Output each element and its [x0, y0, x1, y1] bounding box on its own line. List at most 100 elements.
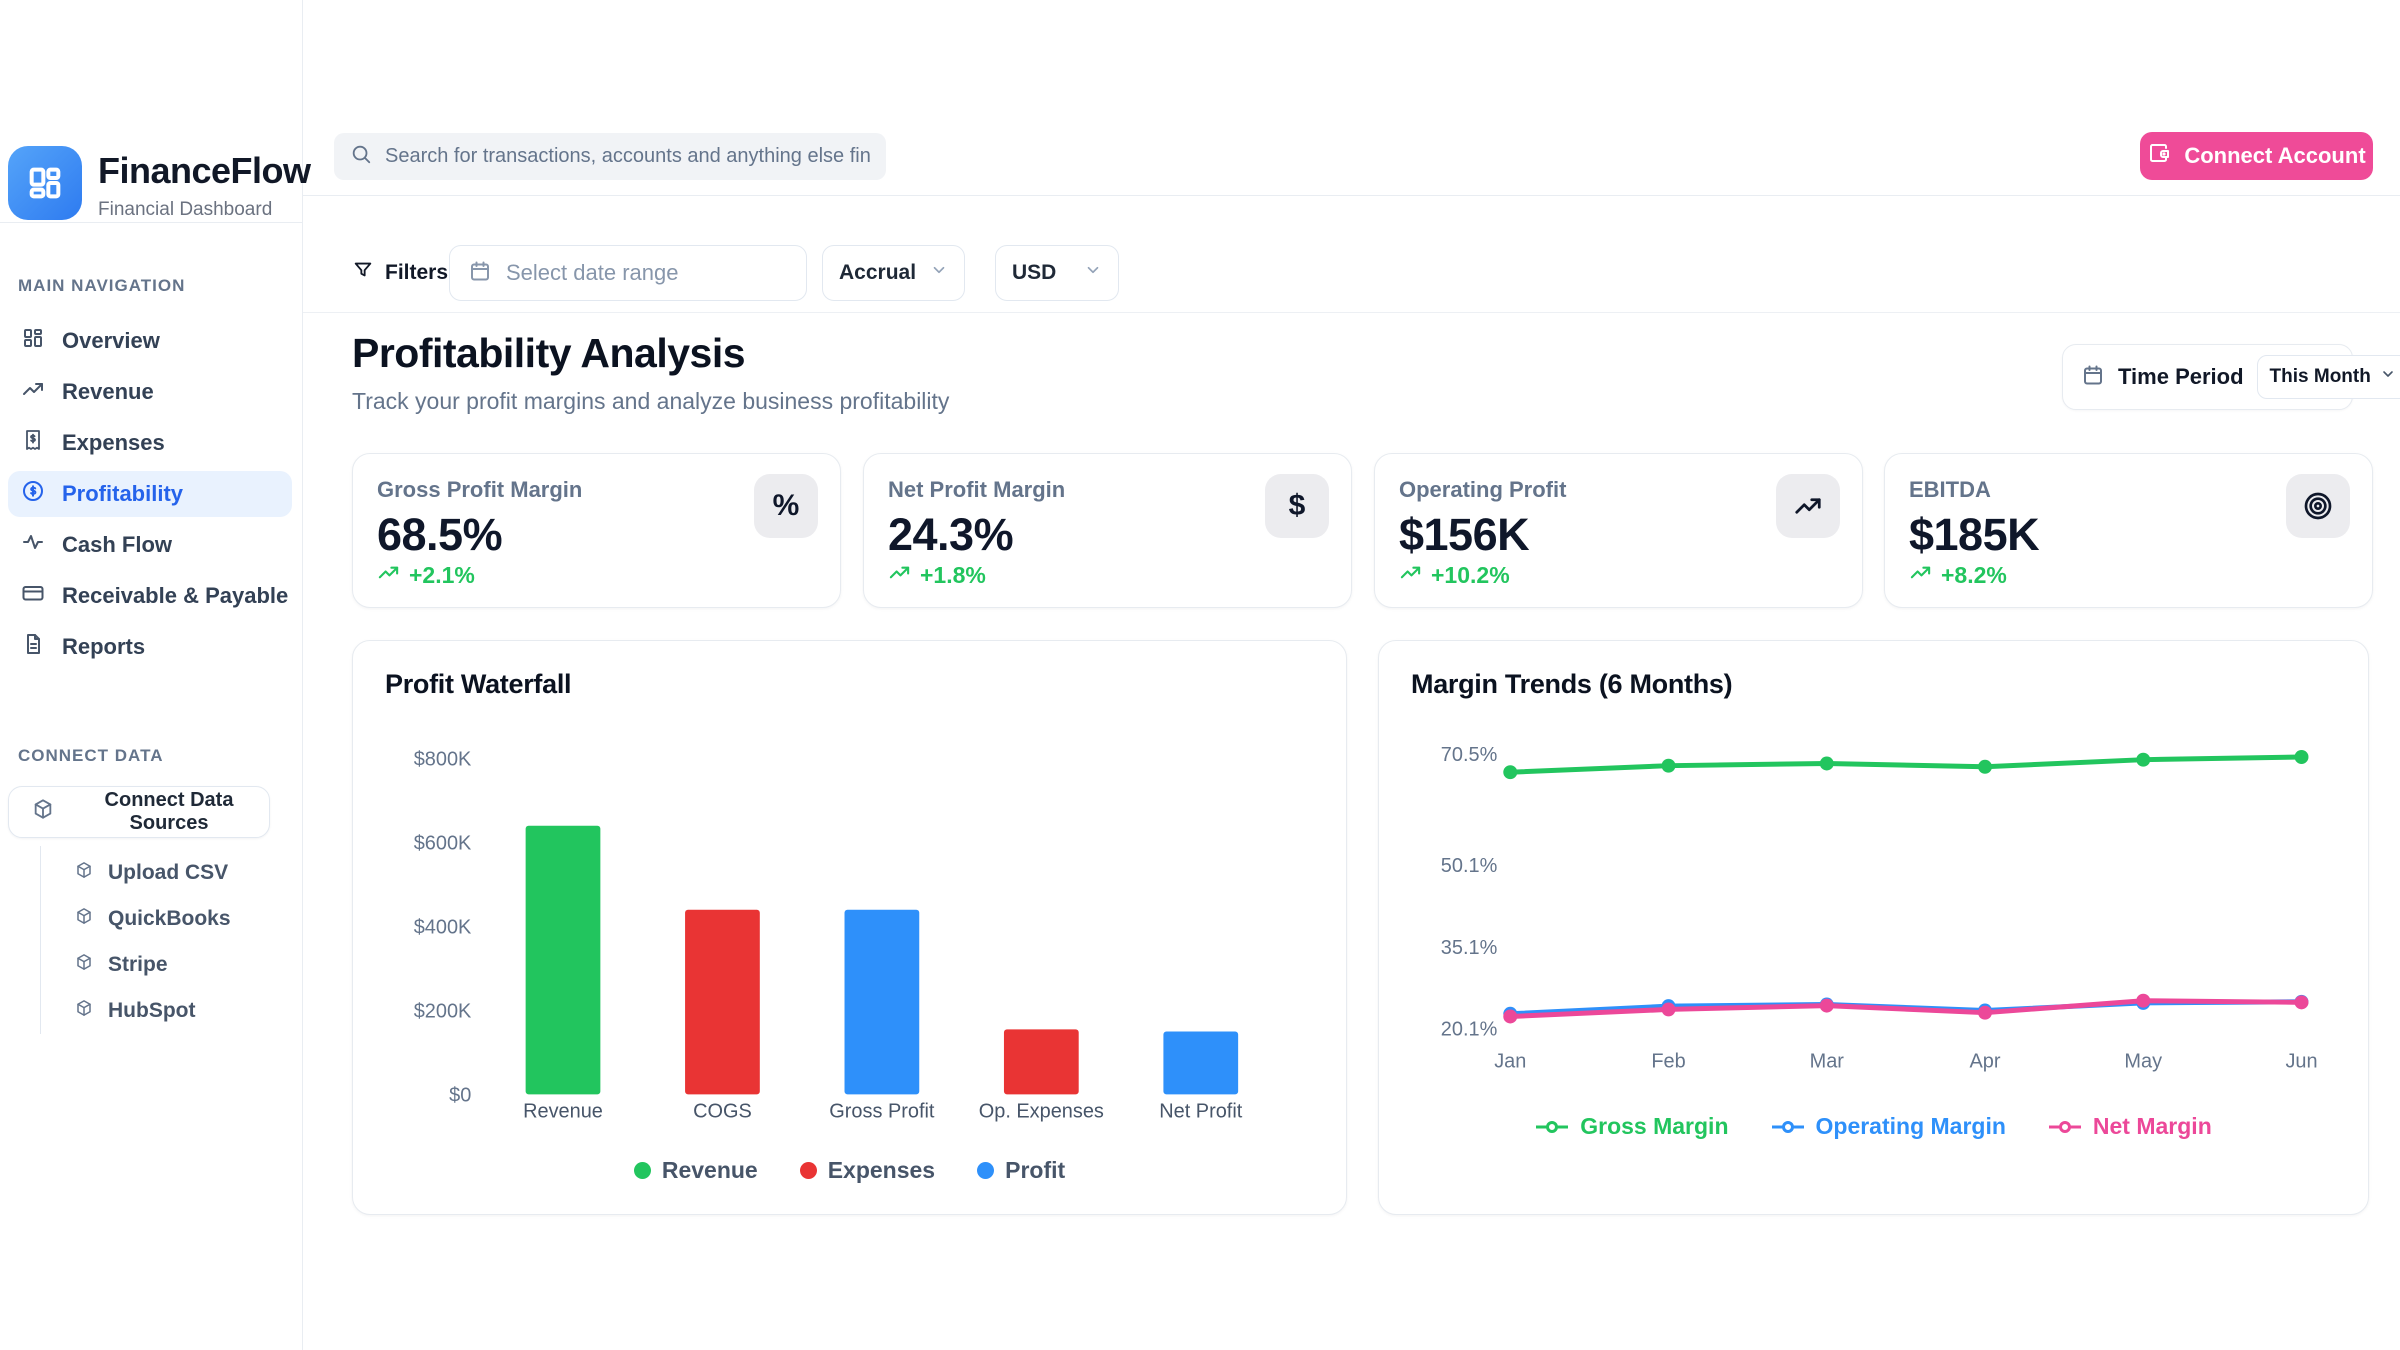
data-point: [1820, 999, 1834, 1013]
date-range-input[interactable]: [506, 260, 788, 286]
y-axis-tick: 35.1%: [1441, 937, 1498, 959]
connect-account-button[interactable]: Connect Account: [2140, 132, 2373, 180]
dollar-circle-icon: [21, 479, 45, 509]
x-axis-label: Feb: [1651, 1051, 1685, 1073]
margin-trends-legend: Gross MarginOperating MarginNet Margin: [1379, 1113, 2368, 1140]
time-period-select[interactable]: This Month: [2257, 355, 2400, 399]
x-axis-label: Revenue: [523, 1100, 603, 1122]
percent-icon: %: [754, 474, 818, 538]
brand: FinanceFlow Financial Dashboard: [8, 146, 311, 221]
accounting-basis-value: Accrual: [839, 261, 916, 285]
kpi-label: Net Profit Margin: [888, 477, 1065, 503]
brand-subtitle: Financial Dashboard: [98, 199, 311, 221]
sidebar-item-label: Receivable & Payable: [62, 583, 288, 609]
y-axis-tick: $800K: [414, 749, 472, 771]
search-input[interactable]: [385, 145, 870, 168]
financeflow-logo-icon: [8, 146, 82, 220]
sidebar-item-label: Cash Flow: [62, 532, 172, 558]
funnel-icon: [352, 259, 374, 287]
data-point: [2295, 995, 2309, 1009]
sidebar-item-revenue[interactable]: Revenue: [8, 369, 292, 415]
accounting-basis-select[interactable]: Accrual: [822, 245, 965, 301]
data-point: [1503, 1010, 1517, 1024]
sidebar-item-label: Reports: [62, 634, 145, 660]
kpi-card-ebitda: EBITDA $185K +8.2%: [1884, 453, 2373, 608]
margin-trends-card: Margin Trends (6 Months) 70.5%50.1%35.1%…: [1378, 640, 2369, 1215]
data-point: [1662, 759, 1676, 773]
target-icon: [2286, 474, 2350, 538]
data-point: [1662, 1002, 1676, 1016]
legend-marker: [2048, 1119, 2082, 1135]
kpi-change: +1.8%: [888, 561, 986, 590]
file-icon: [21, 632, 45, 662]
brand-text: FinanceFlow Financial Dashboard: [98, 146, 311, 221]
global-search[interactable]: [334, 133, 886, 180]
data-point: [2295, 750, 2309, 764]
profit-waterfall-card: Profit Waterfall $800K$600K$400K$200K$0R…: [352, 640, 1347, 1215]
kpi-change-value: +8.2%: [1941, 562, 2007, 589]
page-title: Profitability Analysis: [352, 330, 745, 377]
y-axis-tick: $400K: [414, 916, 472, 938]
y-axis-tick: 50.1%: [1441, 855, 1498, 877]
legend-label: Profit: [1005, 1157, 1065, 1184]
filters-label: Filters: [385, 261, 448, 285]
x-axis-label: Mar: [1810, 1051, 1845, 1073]
kpi-change: +8.2%: [1909, 561, 2007, 590]
data-point: [1503, 765, 1517, 779]
cube-icon: [75, 907, 93, 931]
kpi-card-operating-profit: Operating Profit $156K +10.2%: [1374, 453, 1863, 608]
kpi-label: EBITDA: [1909, 477, 1991, 503]
legend-item-net-margin: Net Margin: [2048, 1113, 2212, 1140]
sidebar-item-receivable-payable[interactable]: Receivable & Payable: [8, 573, 292, 619]
bar-cogs: [685, 910, 760, 1095]
sub-item-label: Stripe: [108, 953, 168, 977]
connect-data-sources-button[interactable]: Connect Data Sources: [8, 786, 270, 838]
sidebar-item-quickbooks[interactable]: QuickBooks: [41, 896, 231, 942]
sidebar-item-overview[interactable]: Overview: [8, 318, 292, 364]
sidebar-item-expenses[interactable]: Expenses: [8, 420, 292, 466]
y-axis-tick: 20.1%: [1441, 1018, 1498, 1040]
legend-label: Gross Margin: [1580, 1113, 1728, 1140]
connect-data-label: CONNECT DATA: [18, 746, 163, 766]
currency-value: USD: [1012, 261, 1056, 285]
data-point: [1978, 760, 1992, 774]
chevron-down-icon: [930, 261, 948, 285]
data-point: [2136, 753, 2150, 767]
currency-select[interactable]: USD: [995, 245, 1119, 301]
kpi-value: 68.5%: [377, 509, 502, 561]
data-point: [1820, 757, 1834, 771]
x-axis-label: May: [2124, 1051, 2162, 1073]
legend-dot: [634, 1162, 651, 1179]
kpi-value: $156K: [1399, 509, 1529, 561]
filters-toggle[interactable]: Filters: [352, 259, 448, 287]
time-period-value: This Month: [2270, 366, 2371, 388]
calendar-icon: [2081, 363, 2105, 392]
sub-item-label: QuickBooks: [108, 907, 231, 931]
sidebar-item-hubspot[interactable]: HubSpot: [41, 988, 231, 1034]
grid-icon: [21, 326, 45, 356]
sidebar: FinanceFlow Financial Dashboard MAIN NAV…: [0, 0, 303, 1350]
main-navigation-label: MAIN NAVIGATION: [18, 276, 185, 296]
x-axis-label: Jun: [2285, 1051, 2317, 1073]
profit-waterfall-chart: $800K$600K$400K$200K$0RevenueCOGSGross P…: [353, 641, 1346, 1214]
sidebar-item-upload-csv[interactable]: Upload CSV: [41, 850, 231, 896]
sidebar-item-stripe[interactable]: Stripe: [41, 942, 231, 988]
legend-dot: [800, 1162, 817, 1179]
sidebar-item-profitability[interactable]: Profitability: [8, 471, 292, 517]
data-point: [1978, 1006, 1992, 1020]
legend-item-expenses: Expenses: [800, 1157, 935, 1184]
kpi-label: Gross Profit Margin: [377, 477, 582, 503]
receipt-icon: [21, 428, 45, 458]
calendar-icon: [468, 259, 492, 288]
kpi-change: +2.1%: [377, 561, 475, 590]
trending-up-icon: [888, 561, 911, 590]
time-period-label: Time Period: [2118, 364, 2244, 390]
cube-icon: [75, 953, 93, 977]
date-range-picker[interactable]: [449, 245, 807, 301]
kpi-change-value: +2.1%: [409, 562, 475, 589]
sidebar-item-reports[interactable]: Reports: [8, 624, 292, 670]
sidebar-item-label: Revenue: [62, 379, 154, 405]
bar-op-expenses: [1004, 1029, 1079, 1094]
x-axis-label: COGS: [693, 1100, 752, 1122]
sidebar-item-cash-flow[interactable]: Cash Flow: [8, 522, 292, 568]
